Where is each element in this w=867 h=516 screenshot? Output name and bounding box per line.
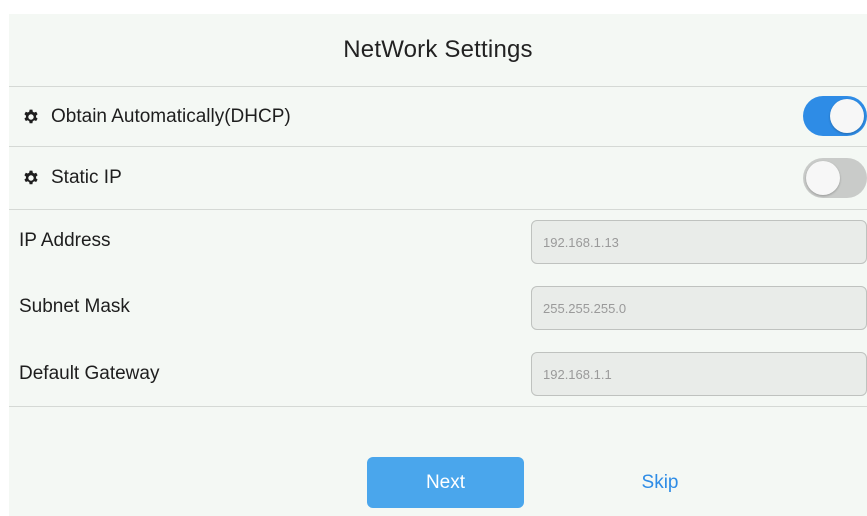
divider	[9, 209, 867, 210]
dhcp-toggle[interactable]	[803, 96, 867, 136]
default-gateway-label: Default Gateway	[19, 363, 160, 384]
toggle-knob	[830, 99, 864, 133]
dhcp-label: Obtain Automatically(DHCP)	[51, 105, 291, 127]
gear-icon	[23, 170, 39, 186]
static-ip-toggle[interactable]	[803, 158, 867, 198]
subnet-mask-label: Subnet Mask	[19, 296, 130, 317]
network-settings-panel: NetWork Settings Obtain Automatically(DH…	[9, 14, 867, 516]
gear-icon	[23, 109, 39, 125]
toggle-knob	[806, 161, 840, 195]
subnet-mask-input[interactable]	[531, 286, 867, 330]
static-ip-label: Static IP	[51, 167, 122, 188]
next-button[interactable]: Next	[367, 457, 524, 508]
default-gateway-input[interactable]	[531, 352, 867, 396]
ip-address-input[interactable]	[531, 220, 867, 264]
static-ip-row: Static IP	[9, 147, 867, 209]
page-title: NetWork Settings	[343, 36, 533, 63]
ip-address-label: IP Address	[19, 230, 111, 251]
skip-link[interactable]: Skip	[615, 457, 705, 508]
divider	[9, 406, 867, 407]
dhcp-row: Obtain Automatically(DHCP)	[9, 87, 867, 146]
